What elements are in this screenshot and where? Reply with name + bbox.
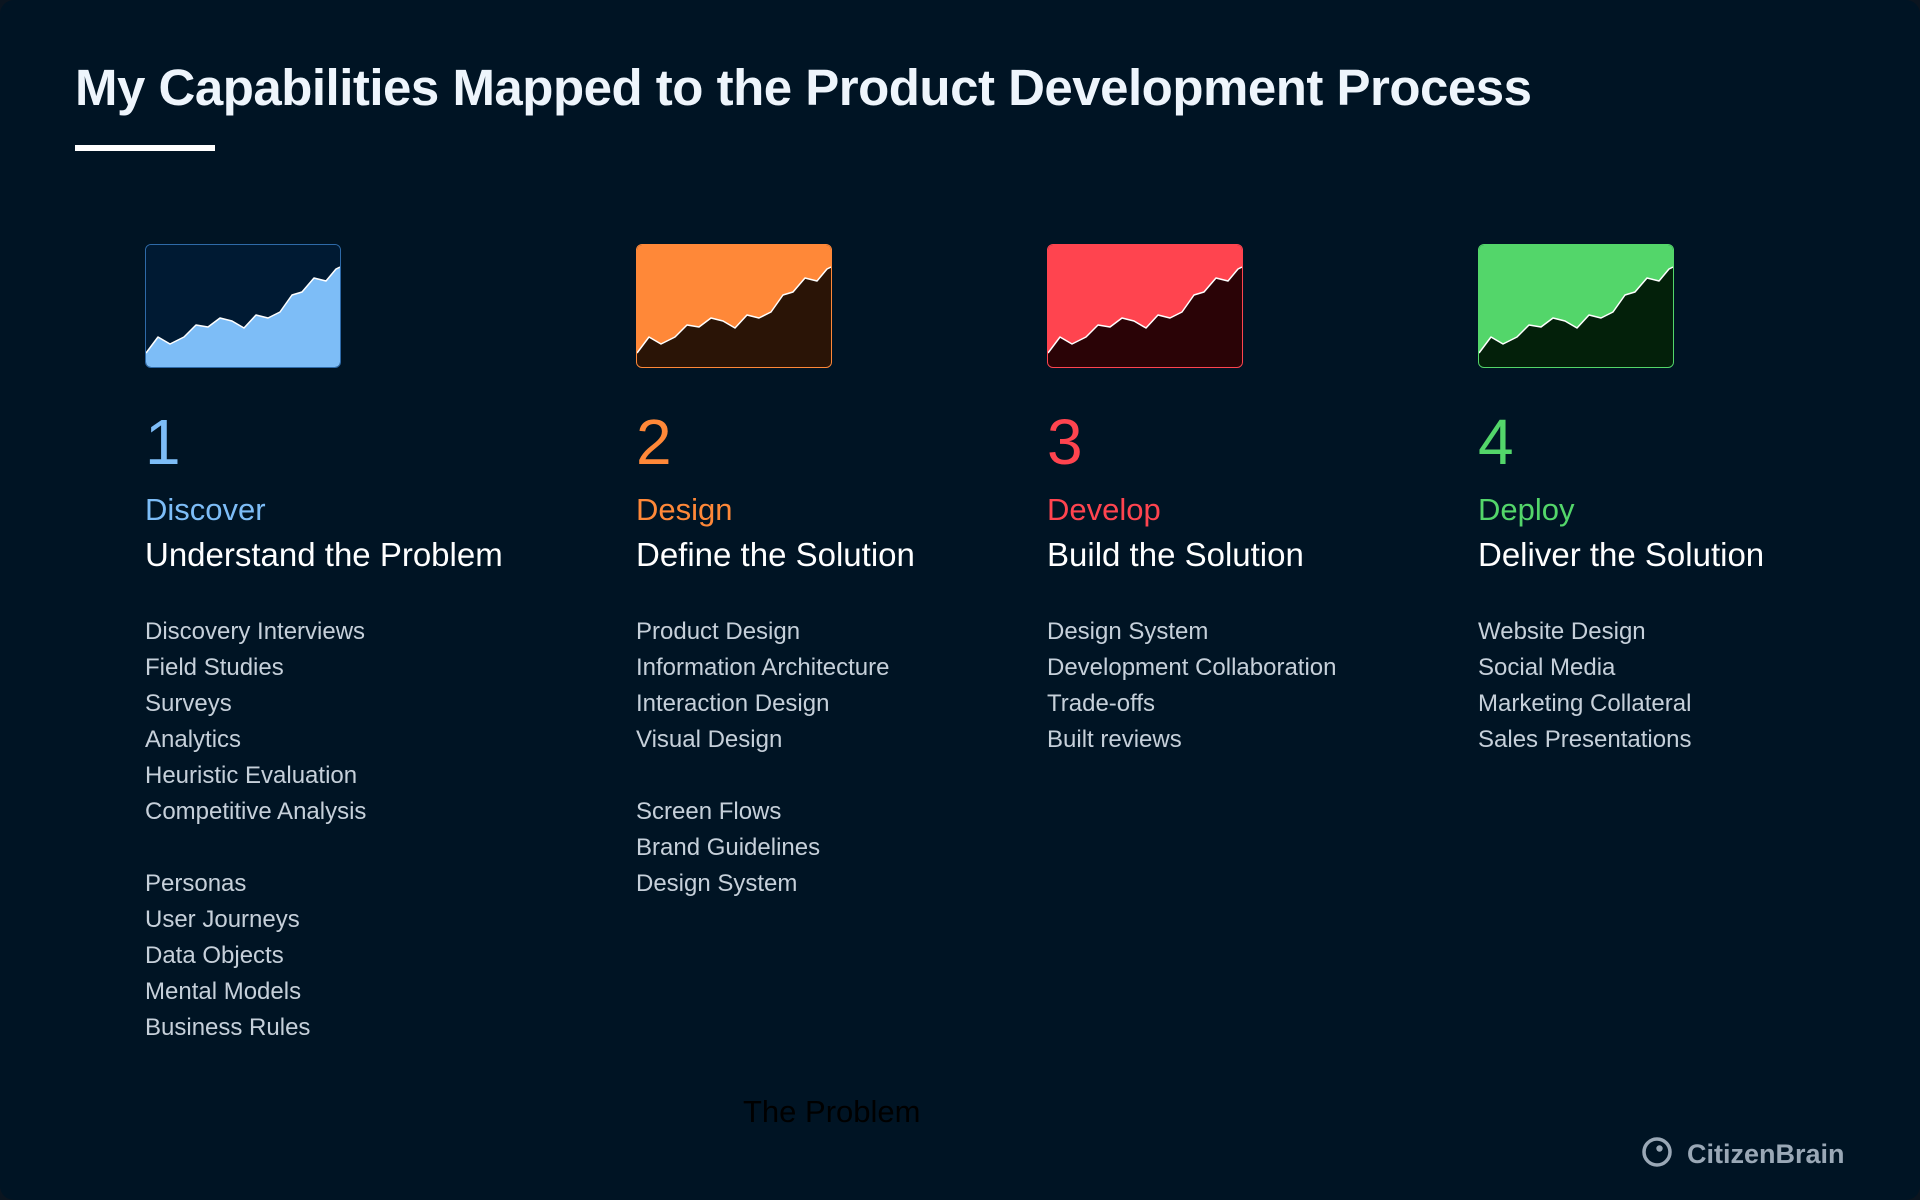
step-tagline: Deliver the Solution [1478, 535, 1765, 573]
capability-item: Information Architecture [636, 653, 890, 681]
step-name: Deploy [1478, 492, 1575, 527]
step-column-deploy: 4 Deploy Deliver the Solution Website De… [1478, 244, 1764, 758]
step-column-discover: 1 Discover Understand the Problem Discov… [145, 244, 503, 1046]
capability-item: Brand Guidelines [636, 833, 821, 861]
capability-item: Design System [1047, 617, 1209, 645]
footnote-text: The Problem [743, 1094, 921, 1129]
step-number: 4 [1478, 406, 1514, 478]
capability-item: Built reviews [1047, 725, 1182, 753]
capability-item: Surveys [145, 689, 232, 717]
capability-item: Competitive Analysis [145, 797, 367, 825]
capability-item: Marketing Collateral [1478, 689, 1692, 717]
step-number: 3 [1047, 406, 1083, 478]
capability-item: Trade-offs [1047, 689, 1156, 717]
capability-item: Product Design [636, 617, 801, 645]
step-number: 2 [636, 406, 672, 478]
target-logo-icon [1641, 1136, 1673, 1173]
capability-item: Data Objects [145, 941, 284, 969]
capability-item: Personas [145, 869, 247, 897]
step-column-develop: 3 Develop Build the Solution Design Syst… [1047, 244, 1337, 758]
capability-item: Design System [636, 869, 798, 897]
capability-item: Social Media [1478, 653, 1616, 681]
capability-item: Screen Flows [636, 797, 782, 825]
capability-item: User Journeys [145, 905, 300, 933]
capability-item: Interaction Design [636, 689, 830, 717]
capability-list: Design System Development Collaboration Tr… [1047, 614, 1337, 758]
brand-name: CitizenBrain [1687, 1139, 1845, 1169]
step-name: Design [636, 492, 733, 527]
capability-list: Website Design Social Media Marketing Coll… [1478, 614, 1764, 758]
step-name: Develop [1047, 492, 1161, 527]
step-tagline: Understand the Problem [145, 535, 503, 573]
step-column-design: 2 Design Define the Solution Product Des… [636, 244, 915, 902]
step-tagline: Build the Solution [1047, 535, 1304, 573]
capability-list: Product Design Information Architecture In… [636, 614, 915, 902]
capability-item: Website Design [1478, 617, 1646, 645]
slide: My Capabilities Mapped to the Product De… [0, 0, 1920, 1200]
chart-thumbnail-icon [636, 244, 832, 368]
page-title: My Capabilities Mapped to the Product De… [75, 59, 1532, 116]
capability-item: Analytics [145, 725, 242, 753]
capability-item: Heuristic Evaluation [145, 761, 358, 789]
chart-thumbnail-icon [1047, 244, 1243, 368]
chart-thumbnail-icon [1478, 244, 1674, 368]
brand-logo: CitizenBrain [1641, 1136, 1845, 1173]
capability-item: Mental Models [145, 977, 302, 1005]
capability-item: Business Rules [145, 1013, 311, 1041]
step-tagline: Define the Solution [636, 535, 915, 573]
capability-item: Field Studies [145, 653, 284, 681]
capability-list: Discovery Interviews Field Studies Surveys… [145, 614, 503, 1046]
capability-item: Sales Presentations [1478, 725, 1692, 753]
capability-item: Visual Design [636, 725, 783, 753]
step-number: 1 [145, 406, 181, 478]
title-underline [75, 145, 215, 151]
capability-item: Development Collaboration [1047, 653, 1337, 681]
step-name: Discover [145, 492, 266, 527]
capability-item: Discovery Interviews [145, 617, 366, 645]
chart-thumbnail-icon [145, 244, 341, 368]
